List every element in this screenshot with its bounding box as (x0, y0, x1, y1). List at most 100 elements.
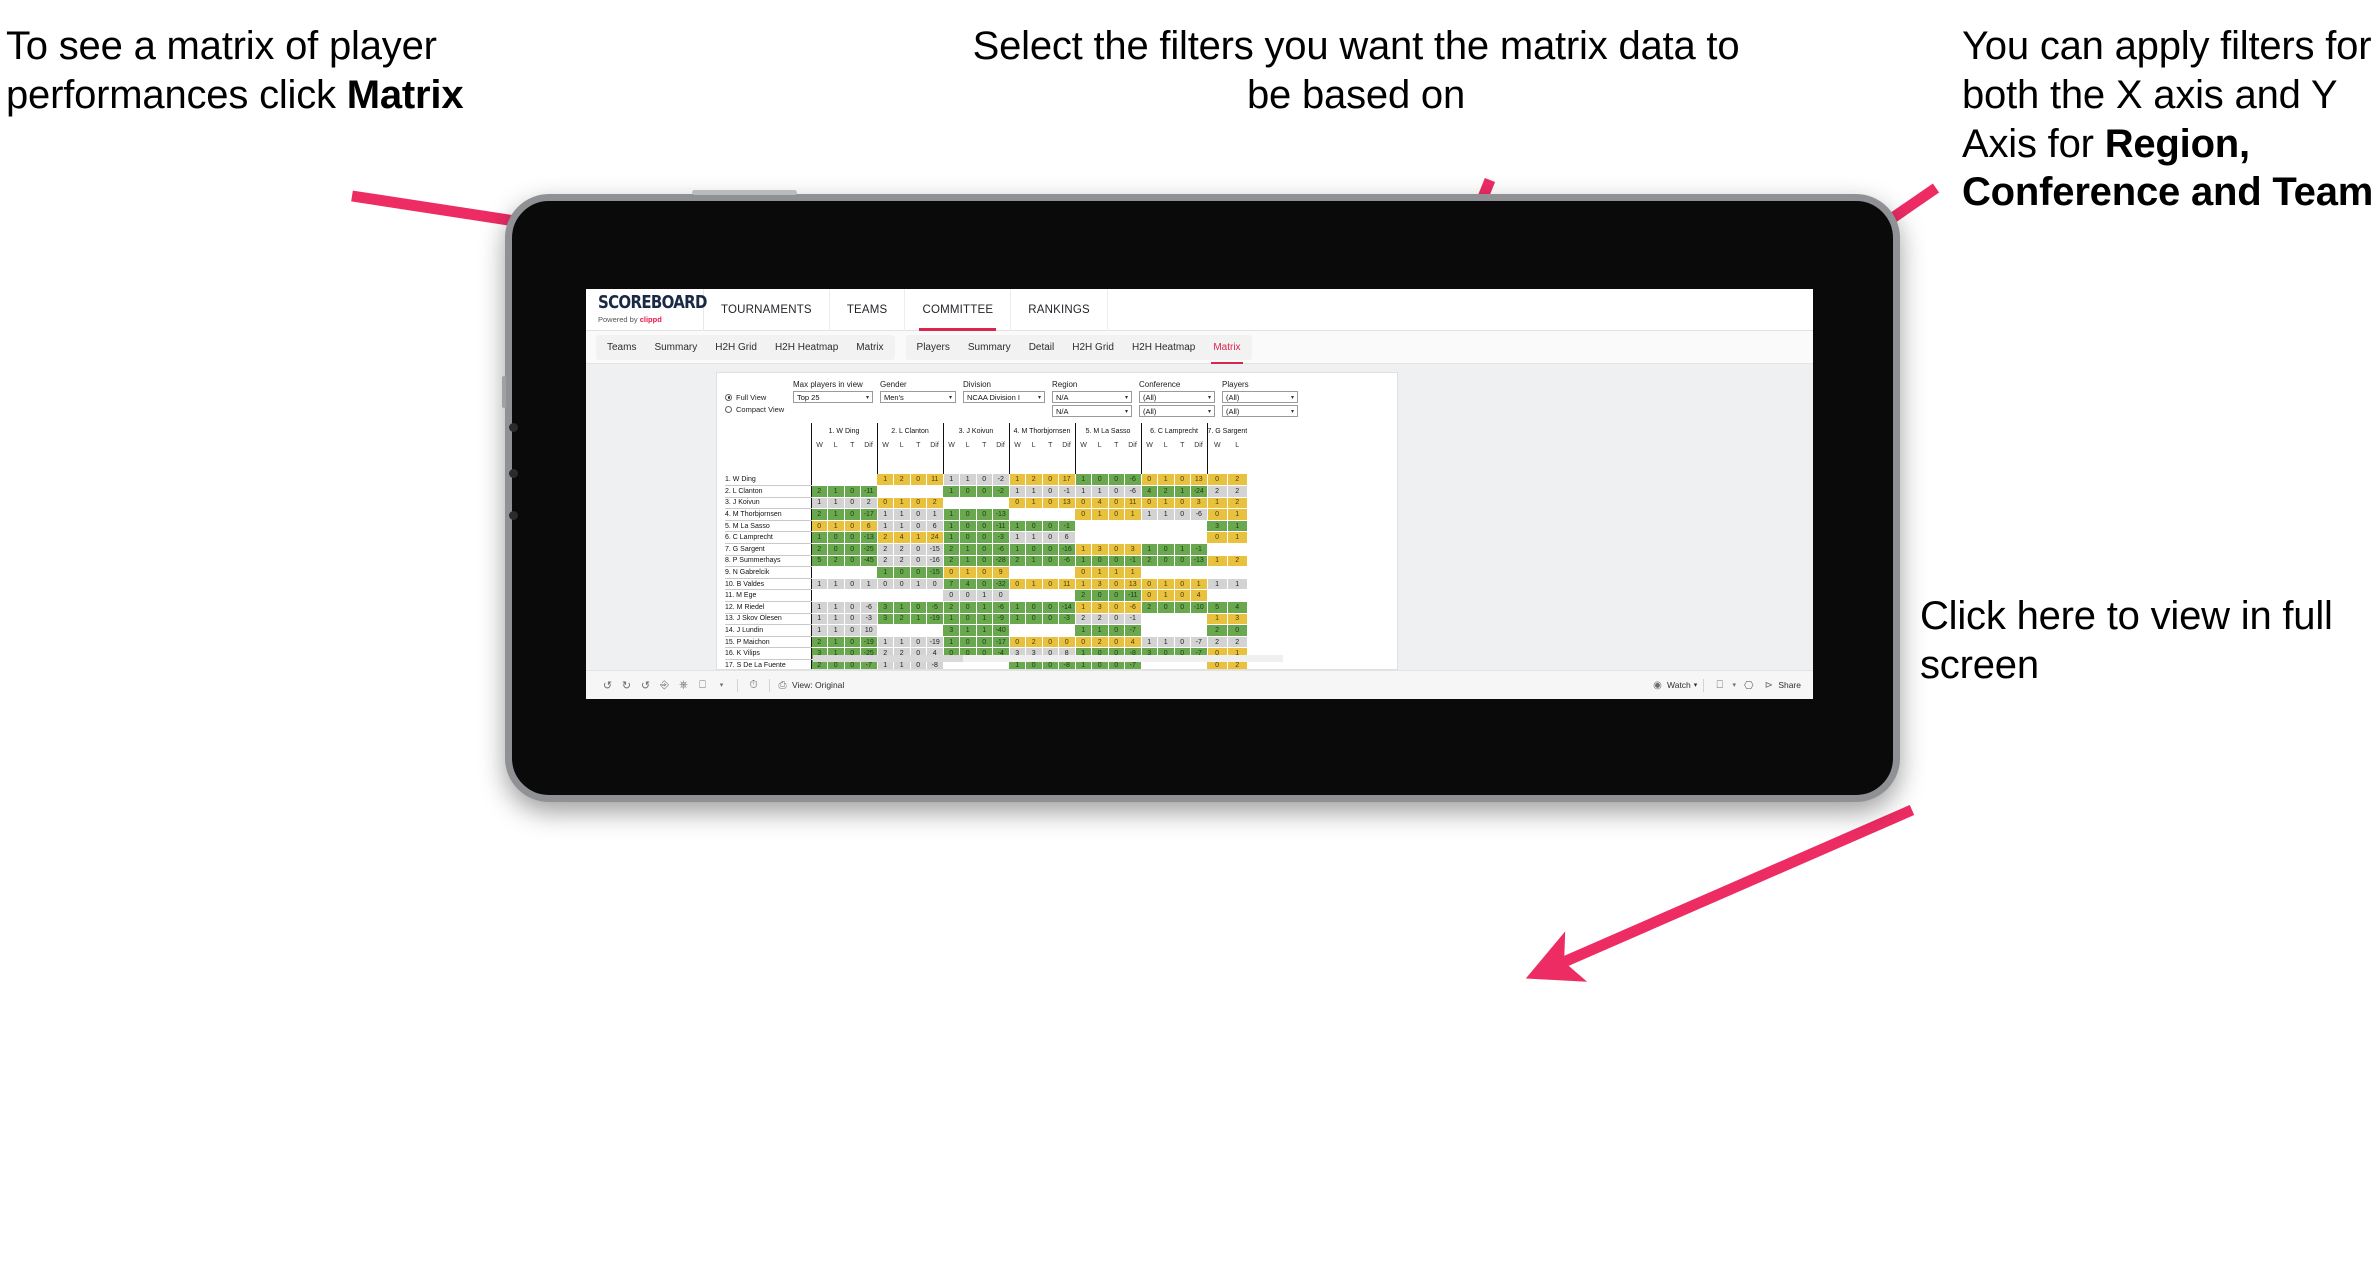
matrix-cell[interactable]: 1 (959, 555, 977, 568)
matrix-cell[interactable]: 0 (1206, 474, 1228, 487)
matrix-cell[interactable]: 0 (1108, 555, 1125, 568)
matrix-cell[interactable] (1190, 520, 1207, 533)
matrix-cell[interactable] (860, 566, 877, 579)
matrix-cell[interactable] (893, 624, 910, 637)
matrix-cell[interactable]: 1 (893, 601, 911, 614)
matrix-cell[interactable]: 1 (1074, 474, 1092, 487)
matrix-cell[interactable]: 0 (876, 578, 894, 591)
matrix-col-header[interactable]: 5. M La Sasso (1074, 423, 1141, 439)
matrix-cell[interactable]: 0 (976, 543, 993, 556)
matrix-cell[interactable]: -19 (860, 636, 878, 649)
matrix-cell[interactable]: -16 (926, 555, 944, 568)
matrix-cell[interactable] (1058, 508, 1075, 521)
matrix-cell[interactable]: 2 (827, 555, 845, 568)
matrix-cell[interactable]: 2 (1157, 485, 1175, 498)
matrix-cell[interactable]: 0 (1058, 636, 1076, 649)
matrix-cell[interactable]: 2 (1140, 601, 1158, 614)
matrix-cell[interactable]: 0 (893, 566, 911, 579)
matrix-cell[interactable] (844, 566, 861, 579)
matrix-cell[interactable]: 0 (1091, 555, 1109, 568)
matrix-cell[interactable]: 2 (1025, 474, 1043, 487)
matrix-cell[interactable] (1190, 566, 1207, 579)
matrix-cell[interactable]: 4 (893, 531, 911, 545)
matrix-cell[interactable]: 17 (1058, 474, 1076, 487)
matrix-row-label[interactable]: 15. P Maichon (725, 636, 811, 649)
matrix-cell[interactable]: 4 (1140, 485, 1158, 498)
matrix-cell[interactable]: -1 (1190, 543, 1208, 556)
matrix-cell[interactable]: 2 (810, 485, 828, 498)
matrix-cell[interactable]: 2 (810, 543, 828, 556)
matrix-col-header[interactable]: 7. G Sargent (1206, 423, 1248, 439)
matrix-cell[interactable] (860, 589, 877, 603)
filter-select-max-players-in-view[interactable]: Top 25 ▾ (793, 391, 873, 403)
matrix-cell[interactable]: 1 (827, 497, 845, 510)
matrix-cell[interactable]: 4 (959, 578, 977, 591)
matrix-cell[interactable]: -7 (1190, 636, 1208, 649)
matrix-cell[interactable]: 2 (1227, 555, 1248, 568)
matrix-cell[interactable] (1140, 520, 1158, 533)
matrix-cell[interactable]: 1 (1008, 543, 1026, 556)
matrix-cell[interactable]: 0 (959, 613, 977, 626)
matrix-cell[interactable] (926, 589, 943, 603)
matrix-cell[interactable]: 0 (910, 520, 927, 533)
matrix-cell[interactable]: -11 (860, 485, 878, 498)
matrix-col-header[interactable]: 1. W Ding (810, 423, 877, 439)
matrix-cell[interactable]: -6 (1058, 555, 1076, 568)
matrix-row-label[interactable]: 11. M Ege (725, 589, 811, 603)
filter-select-division[interactable]: NCAA Division I ▾ (963, 391, 1045, 403)
redo-icon[interactable]: ↻ (617, 679, 636, 692)
matrix-cell[interactable]: -1 (1058, 520, 1076, 533)
subnav-teams-summary[interactable]: Summary (645, 335, 706, 360)
matrix-cell[interactable] (992, 497, 1009, 510)
matrix-cell[interactable] (1058, 566, 1075, 579)
matrix-cell[interactable]: 24 (926, 531, 944, 545)
matrix-cell[interactable]: 0 (976, 485, 993, 498)
matrix-cell[interactable]: 1 (1157, 474, 1175, 487)
matrix-cell[interactable]: 0 (976, 520, 993, 533)
view-original-button[interactable]: ⎙ View: Original (776, 680, 845, 691)
matrix-row-label[interactable]: 8. P Summerhays (725, 555, 811, 568)
matrix-cell[interactable] (1042, 624, 1059, 637)
matrix-cell[interactable]: 2 (893, 613, 911, 626)
matrix-cell[interactable]: -3 (992, 531, 1010, 545)
matrix-cell[interactable]: 0 (976, 566, 993, 579)
matrix-cell[interactable] (976, 497, 993, 510)
matrix-cell[interactable]: 0 (1108, 578, 1125, 591)
matrix-cell[interactable] (1091, 531, 1108, 545)
filter-select-region[interactable]: N/A ▾ (1052, 405, 1132, 417)
matrix-cell[interactable]: 0 (959, 589, 977, 603)
matrix-cell[interactable] (1227, 566, 1248, 579)
matrix-cell[interactable]: 1 (976, 589, 993, 603)
matrix-cell[interactable] (1058, 624, 1075, 637)
matrix-cell[interactable]: 2 (1227, 485, 1248, 498)
matrix-cell[interactable]: 0 (1227, 624, 1248, 637)
matrix-cell[interactable]: 0 (959, 520, 977, 533)
share-button[interactable]: ⊳ Share (1762, 680, 1801, 691)
matrix-cell[interactable]: 1 (860, 578, 878, 591)
matrix-cell[interactable]: 0 (1206, 531, 1228, 545)
matrix-cell[interactable]: 0 (1042, 578, 1059, 591)
pause-icon[interactable]: ⎈ (674, 679, 693, 692)
matrix-cell[interactable]: 0 (844, 508, 861, 521)
matrix-cell[interactable]: -6 (992, 543, 1010, 556)
matrix-cell[interactable]: 2 (860, 497, 878, 510)
matrix-cell[interactable] (1140, 566, 1158, 579)
matrix-cell[interactable] (1008, 624, 1026, 637)
scoreboard-logo[interactable]: SCOREBOARD Powered by clippd (586, 289, 707, 331)
matrix-cell[interactable] (1042, 508, 1059, 521)
matrix-cell[interactable]: 1 (942, 520, 960, 533)
topnav-item-tournaments[interactable]: TOURNAMENTS (704, 289, 830, 331)
matrix-row-label[interactable]: 14. J Lundin (725, 624, 811, 637)
matrix-cell[interactable]: 4 (1091, 497, 1109, 510)
matrix-cell[interactable]: -24 (1190, 485, 1208, 498)
matrix-cell[interactable]: 1 (942, 508, 960, 521)
matrix-cell[interactable]: 1 (976, 613, 993, 626)
matrix-cell[interactable]: 2 (876, 531, 894, 545)
matrix-cell[interactable]: -13 (992, 508, 1010, 521)
matrix-cell[interactable]: 3 (1091, 543, 1109, 556)
filter-select-players[interactable]: (All) ▾ (1222, 405, 1298, 417)
matrix-cell[interactable]: -6 (1124, 601, 1142, 614)
matrix-cell[interactable]: -40 (992, 624, 1010, 637)
matrix-cell[interactable]: 0 (1108, 485, 1125, 498)
refresh-data-icon[interactable]: ⎆ (655, 679, 674, 692)
